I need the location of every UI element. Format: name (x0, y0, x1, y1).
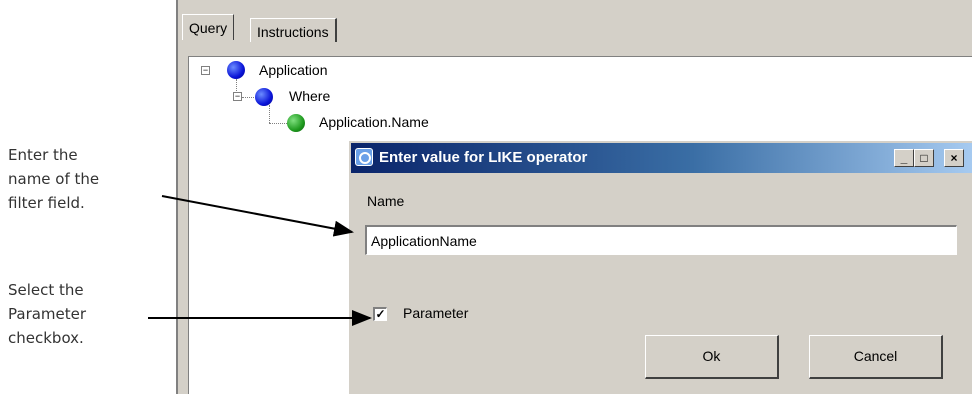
name-label: Name (367, 193, 405, 209)
tree-node-where[interactable]: Where (289, 86, 330, 106)
parameter-label[interactable]: Parameter (403, 305, 468, 321)
tab-query[interactable]: Query (182, 14, 235, 40)
cancel-button[interactable]: Cancel (809, 335, 943, 379)
collapse-root-icon[interactable]: − (201, 66, 210, 75)
ok-button[interactable]: Ok (645, 335, 779, 379)
name-input[interactable] (365, 225, 957, 255)
tree-node-label: Application.Name (319, 114, 429, 130)
app-icon (355, 148, 373, 166)
annotation-parameter-hint: Select the Parameter checkbox. (8, 281, 87, 347)
tab-instructions[interactable]: Instructions (250, 18, 337, 42)
parameter-checkbox[interactable]: ✓ (373, 307, 387, 321)
tree-node-label: Application (259, 62, 328, 78)
tree-node-application[interactable]: Application (259, 60, 328, 80)
blue-node-icon (255, 88, 273, 106)
annotation-name-hint: Enter the name of the filter field. (8, 146, 100, 212)
tree-node-application-name[interactable]: Application.Name (319, 112, 429, 132)
collapse-where-icon[interactable]: − (233, 92, 242, 101)
tree-connector (269, 105, 270, 123)
maximize-button[interactable]: □ (914, 149, 934, 167)
close-button[interactable]: × (944, 149, 964, 167)
dialog-titlebar[interactable]: Enter value for LIKE operator _ □ × (351, 143, 972, 173)
dialog-title: Enter value for LIKE operator (379, 149, 588, 166)
tree-connector (242, 97, 254, 98)
green-node-icon (287, 114, 305, 132)
tree-connector (269, 123, 287, 124)
minimize-button[interactable]: _ (894, 149, 914, 167)
tree-node-label: Where (289, 88, 331, 104)
blue-node-icon (227, 61, 245, 79)
like-operator-dialog: Enter value for LIKE operator _ □ × Name… (348, 140, 972, 394)
